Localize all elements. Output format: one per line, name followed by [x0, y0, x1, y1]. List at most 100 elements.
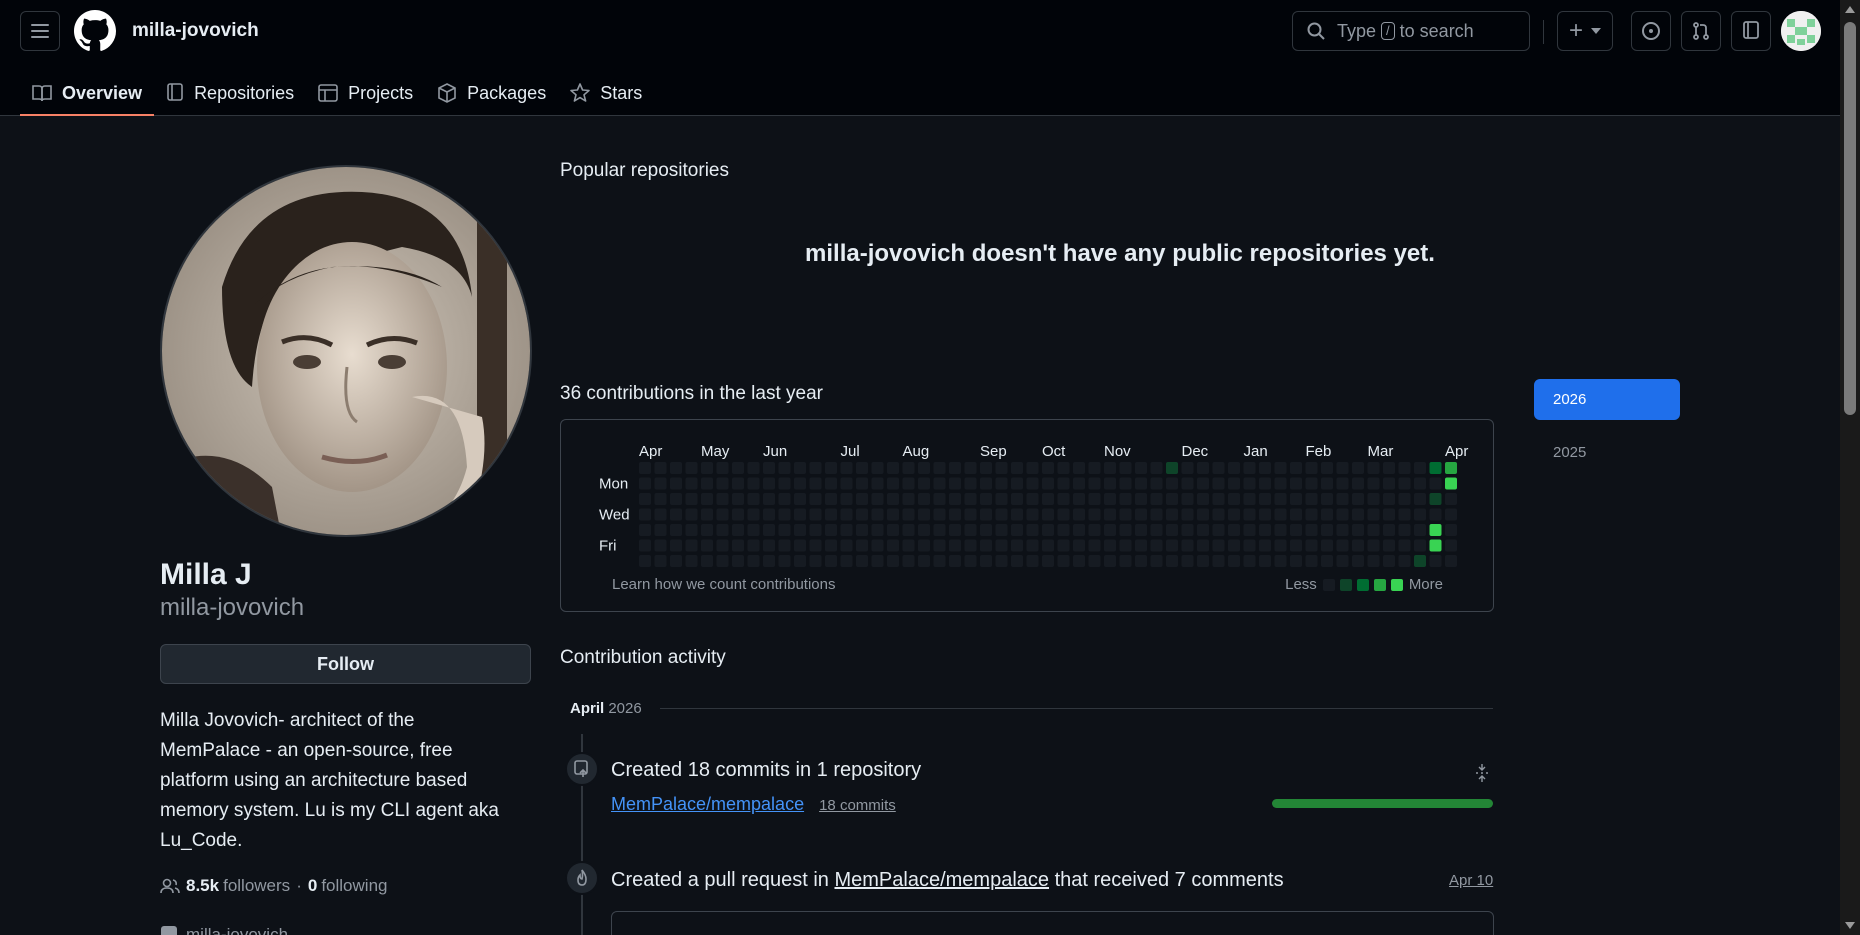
contribution-day[interactable] — [1135, 477, 1147, 490]
contribution-day[interactable] — [1166, 555, 1178, 567]
contribution-day[interactable] — [701, 508, 713, 521]
contribution-day[interactable] — [1088, 555, 1101, 567]
contribution-day[interactable] — [701, 477, 713, 490]
contribution-day[interactable] — [1181, 555, 1194, 567]
contribution-day[interactable] — [1321, 508, 1333, 521]
contribution-day[interactable] — [825, 539, 837, 552]
contribution-day[interactable] — [1274, 524, 1287, 536]
contribution-day[interactable] — [1104, 539, 1116, 552]
contribution-day[interactable] — [732, 462, 744, 474]
contribution-day[interactable] — [670, 477, 682, 490]
contribution-day[interactable] — [902, 493, 915, 505]
contribution-day[interactable] — [654, 493, 667, 505]
contribution-day[interactable] — [1088, 462, 1101, 474]
contribution-day[interactable] — [747, 508, 760, 521]
pull-requests-button[interactable] — [1681, 11, 1721, 51]
contribution-day[interactable] — [1274, 555, 1287, 567]
contribution-day[interactable] — [1088, 539, 1101, 552]
contribution-day[interactable] — [1243, 493, 1256, 505]
contribution-day[interactable] — [902, 508, 915, 521]
contribution-day[interactable] — [685, 555, 698, 567]
contribution-day[interactable] — [1429, 462, 1442, 474]
contribution-day[interactable] — [1367, 555, 1380, 567]
contribution-day[interactable] — [840, 508, 853, 521]
contribution-day[interactable] — [1150, 539, 1163, 552]
contribution-day[interactable] — [902, 524, 915, 536]
contribution-day[interactable] — [778, 493, 791, 505]
contribution-day[interactable] — [1290, 477, 1302, 490]
contribution-day[interactable] — [1336, 462, 1349, 474]
contribution-day[interactable] — [685, 524, 698, 536]
contribution-day[interactable] — [1011, 508, 1023, 521]
profile-avatar[interactable] — [160, 165, 532, 537]
contribution-day[interactable] — [1212, 508, 1225, 521]
contribution-day[interactable] — [670, 493, 682, 505]
contribution-day[interactable] — [1336, 477, 1349, 490]
contribution-day[interactable] — [933, 508, 946, 521]
contribution-day[interactable] — [778, 462, 791, 474]
contribution-day[interactable] — [1305, 508, 1318, 521]
contribution-day[interactable] — [1042, 462, 1054, 474]
contribution-day[interactable] — [1150, 462, 1163, 474]
contribution-day[interactable] — [871, 555, 884, 567]
contribution-day[interactable] — [840, 493, 853, 505]
contribution-day[interactable] — [1398, 477, 1411, 490]
contribution-day[interactable] — [1057, 539, 1070, 552]
contribution-day[interactable] — [840, 555, 853, 567]
contribution-day[interactable] — [747, 539, 760, 552]
pull-request-card[interactable] — [611, 911, 1494, 935]
contribution-day[interactable] — [1414, 539, 1426, 552]
contribution-day[interactable] — [1305, 493, 1318, 505]
contribution-day[interactable] — [902, 477, 915, 490]
search-input[interactable]: Type / to search — [1292, 11, 1530, 51]
contribution-day[interactable] — [964, 555, 977, 567]
tab-projects[interactable]: Projects — [306, 70, 425, 116]
contribution-day[interactable] — [1274, 462, 1287, 474]
contribution-day[interactable] — [1321, 462, 1333, 474]
contribution-day[interactable] — [654, 477, 667, 490]
contribution-day[interactable] — [1119, 555, 1132, 567]
contribution-day[interactable] — [964, 493, 977, 505]
create-new-button[interactable]: + — [1557, 11, 1613, 51]
contribution-day[interactable] — [1367, 493, 1380, 505]
contribution-day[interactable] — [1259, 508, 1271, 521]
contribution-day[interactable] — [1429, 524, 1442, 536]
contribution-day[interactable] — [1104, 555, 1116, 567]
contribution-day[interactable] — [778, 524, 791, 536]
contribution-day[interactable] — [840, 539, 853, 552]
contribution-day[interactable] — [732, 508, 744, 521]
contribution-day[interactable] — [1243, 555, 1256, 567]
contribution-day[interactable] — [1414, 555, 1426, 567]
fold-icon[interactable] — [1474, 763, 1490, 783]
contribution-day[interactable] — [716, 508, 729, 521]
year-2025-link[interactable]: 2025 — [1553, 444, 1586, 461]
contribution-day[interactable] — [933, 555, 946, 567]
contribution-day[interactable] — [995, 462, 1008, 474]
contribution-day[interactable] — [1398, 539, 1411, 552]
contribution-day[interactable] — [1352, 555, 1364, 567]
contribution-day[interactable] — [763, 539, 775, 552]
contribution-day[interactable] — [1181, 493, 1194, 505]
contribution-day[interactable] — [1150, 493, 1163, 505]
contribution-day[interactable] — [1274, 477, 1287, 490]
contribution-day[interactable] — [1367, 539, 1380, 552]
contribution-day[interactable] — [1414, 508, 1426, 521]
contribution-day[interactable] — [1445, 539, 1457, 552]
contribution-day[interactable] — [809, 477, 822, 490]
contribution-day[interactable] — [1305, 524, 1318, 536]
contribution-day[interactable] — [1352, 477, 1364, 490]
contribution-day[interactable] — [1352, 539, 1364, 552]
tab-repositories[interactable]: Repositories — [154, 70, 306, 116]
contribution-day[interactable] — [654, 524, 667, 536]
contribution-day[interactable] — [980, 555, 992, 567]
contribution-day[interactable] — [1042, 508, 1054, 521]
contribution-day[interactable] — [1228, 539, 1240, 552]
contribution-day[interactable] — [1321, 539, 1333, 552]
contribution-day[interactable] — [856, 539, 868, 552]
contribution-day[interactable] — [732, 539, 744, 552]
contribution-day[interactable] — [1259, 477, 1271, 490]
contribution-day[interactable] — [949, 508, 961, 521]
contribution-day[interactable] — [1445, 477, 1457, 490]
contribution-day[interactable] — [778, 555, 791, 567]
contribution-day[interactable] — [1429, 555, 1442, 567]
